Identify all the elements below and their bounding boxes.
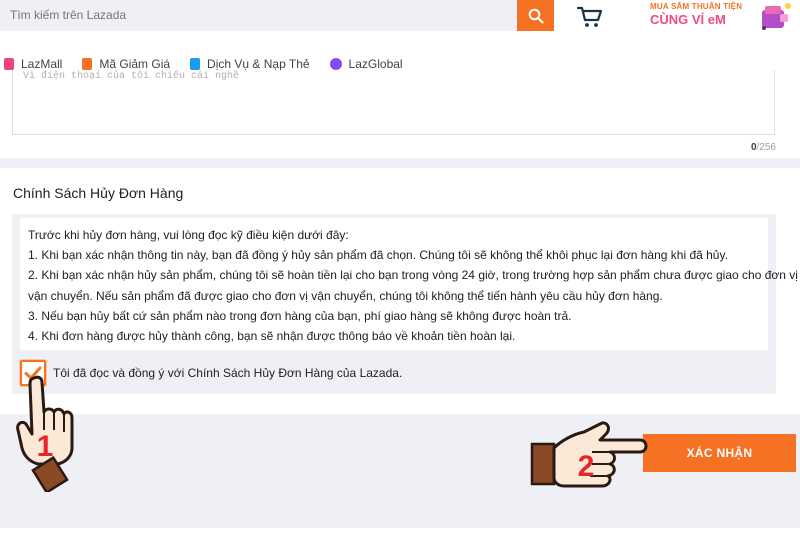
policy-line: 2. Khi bạn xác nhận hủy sản phẩm, chúng … [28, 268, 798, 283]
promo-line1: MUA SẮM THUẬN TIỆN [650, 2, 743, 11]
search-button[interactable] [517, 0, 554, 31]
policy-line: vận chuyển. Nếu sản phẩm đã được giao ch… [28, 288, 663, 303]
policy-line: 4. Khi đơn hàng được hủy thành công, bạn… [28, 329, 516, 344]
char-counter: 0/256 [751, 142, 776, 153]
promo-banner[interactable]: MUA SẮM THUẬN TIỆN CÙNG VÍ eM [640, 0, 800, 32]
policy-line: 3. Nếu bạn hủy bất cứ sản phẩm nào trong… [28, 308, 572, 323]
reason-text: Vì điện thoại của tôi chiếu cái nghề [23, 71, 240, 82]
nav-label: Dịch Vụ & Nạp Thẻ [207, 57, 310, 71]
cart-button[interactable] [576, 5, 604, 29]
lazmall-icon [4, 58, 14, 70]
search-icon [528, 8, 544, 24]
cancel-policy-panel: Chính Sách Hủy Đơn Hàng Trước khi hủy đơ… [0, 168, 800, 414]
reason-panel: Vì điện thoại của tôi chiếu cái nghề 0/2… [0, 70, 800, 158]
search-bar [0, 0, 518, 31]
policy-line: Trước khi hủy đơn hàng, vui lòng đọc kỹ … [28, 228, 349, 242]
nav-label: Mã Giảm Giá [99, 57, 171, 71]
promo-wallet-illustration [762, 3, 791, 30]
footer-strip [0, 528, 800, 550]
policy-content: Trước khi hủy đơn hàng, vui lòng đọc kỹ … [20, 218, 798, 350]
step-2-label: 2 [578, 450, 595, 483]
step-1-label: 1 [37, 430, 54, 463]
voucher-icon [82, 58, 93, 70]
nav-label: LazGlobal [348, 57, 403, 71]
search-input[interactable] [10, 5, 510, 25]
confirm-button[interactable]: XÁC NHẬN [643, 434, 796, 472]
char-count-max: /256 [756, 142, 776, 153]
phone-topup-icon [190, 58, 201, 70]
policy-box: Trước khi hủy đơn hàng, vui lòng đọc kỹ … [12, 214, 798, 394]
nav-item-lazmall[interactable]: LazMall [4, 57, 62, 71]
reason-textarea[interactable]: Vì điện thoại của tôi chiếu cái nghề [12, 70, 775, 135]
policy-line: 1. Khi bạn xác nhận thông tin này, bạn đ… [28, 248, 728, 263]
cart-icon [576, 6, 603, 27]
promo-line2: CÙNG VÍ eM [650, 12, 726, 27]
lazglobal-icon [329, 58, 342, 70]
policy-title: Chính Sách Hủy Đơn Hàng [13, 185, 184, 201]
nav-item-voucher[interactable]: Mã Giảm Giá [82, 57, 170, 71]
nav-item-topup[interactable]: Dịch Vụ & Nạp Thẻ [190, 57, 310, 71]
pointing-hand-icon: 2 [530, 421, 648, 488]
nav-item-lazglobal[interactable]: LazGlobal [329, 57, 403, 71]
nav-label: LazMall [21, 57, 63, 71]
agree-label: Tôi đã đọc và đồng ý với Chính Sách Hủy … [53, 366, 403, 380]
pointing-hand-icon: 1 [16, 375, 74, 492]
